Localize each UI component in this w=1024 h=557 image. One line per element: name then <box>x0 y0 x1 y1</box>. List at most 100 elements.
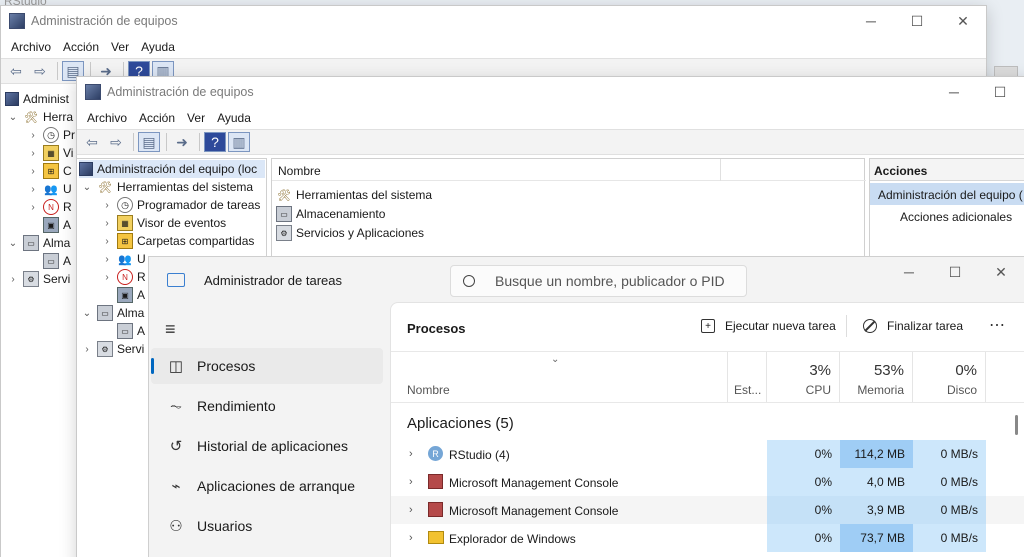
nav-users[interactable]: ⚇ Usuarios <box>151 508 383 544</box>
list-column-name[interactable]: Nombre <box>278 164 321 178</box>
menu-archivo[interactable]: Archivo <box>5 40 57 54</box>
process-row[interactable]: › Microsoft Management Console 0% 4,0 MB… <box>391 468 1024 496</box>
expand-chevron-icon[interactable]: › <box>409 448 413 460</box>
nav-processes[interactable]: ◫ Procesos <box>151 348 383 384</box>
back-titlebar[interactable]: Administración de equipos <box>1 6 986 36</box>
process-row[interactable]: › Microsoft Management Console 0% 3,9 MB… <box>391 496 1024 524</box>
menu-archivo[interactable]: Archivo <box>81 111 133 125</box>
chevron-right-icon[interactable]: › <box>27 130 39 141</box>
column-disk[interactable]: 0% Disco <box>913 352 986 402</box>
chevron-right-icon[interactable]: › <box>81 344 93 355</box>
front-titlebar[interactable]: Administración de equipos <box>77 77 1024 107</box>
nav-app-history[interactable]: ↺ Historial de aplicaciones <box>151 428 383 464</box>
search-input[interactable]: Busque un nombre, publicador o PID <box>450 265 747 297</box>
maximize-button[interactable]: ☐ <box>894 6 940 36</box>
nav-startup-apps[interactable]: ⌁ Aplicaciones de arranque <box>151 468 383 504</box>
column-cpu[interactable]: 3% CPU <box>767 352 840 402</box>
back-tree-root[interactable]: Administ <box>5 90 69 108</box>
chevron-down-icon[interactable]: ⌄ <box>81 308 93 319</box>
chevron-right-icon[interactable]: › <box>101 200 113 211</box>
front-tree-shared-folders[interactable]: › ⊞ Carpetas compartidas <box>101 232 254 250</box>
front-tree-performance[interactable]: › N R <box>101 268 146 286</box>
export-list-icon[interactable]: ➜ <box>171 132 193 152</box>
expand-chevron-icon[interactable]: › <box>409 504 413 516</box>
menu-ayuda[interactable]: Ayuda <box>135 40 181 54</box>
chevron-right-icon[interactable]: › <box>101 236 113 247</box>
tools-icon: 🛠 <box>277 189 291 202</box>
forward-arrow-icon[interactable]: ⇨ <box>29 61 51 81</box>
front-tree-services[interactable]: › ⚙ Servi <box>81 340 144 358</box>
show-tree-icon[interactable]: ▤ <box>138 132 160 152</box>
back-arrow-icon[interactable]: ⇦ <box>81 132 103 152</box>
back-tree-services[interactable]: › ⚙ Servi <box>7 270 70 288</box>
minimize-button[interactable]: ─ <box>848 6 894 36</box>
back-tree-item[interactable]: ▭ A <box>43 252 71 270</box>
process-row[interactable]: › R RStudio (4) 0% 114,2 MB 0 MB/s <box>391 440 1024 468</box>
actions-more[interactable]: Acciones adicionales <box>900 210 1012 224</box>
new-task-button[interactable]: + Ejecutar nueva tarea <box>701 319 836 333</box>
front-tree-storage[interactable]: ⌄ ▭ Alma <box>81 304 144 322</box>
front-tree-disk[interactable]: ▭ A <box>117 322 145 340</box>
menu-ayuda[interactable]: Ayuda <box>211 111 257 125</box>
chevron-right-icon[interactable]: › <box>7 274 19 285</box>
back-tree-item[interactable]: › ◷ Pr <box>27 126 75 144</box>
disk-icon: ▭ <box>117 323 133 339</box>
expand-chevron-icon[interactable]: › <box>409 532 413 544</box>
help-icon[interactable]: ? <box>204 132 226 152</box>
back-tree-storage[interactable]: ⌄ ▭ Alma <box>7 234 70 252</box>
clock-icon: ◷ <box>117 197 133 213</box>
menu-ver[interactable]: Ver <box>181 111 211 125</box>
group-header: Aplicaciones (5) <box>407 415 514 432</box>
more-options-icon[interactable]: ⋯ <box>989 315 1006 335</box>
minimize-button[interactable]: ─ <box>886 257 932 287</box>
menu-accion[interactable]: Acción <box>133 111 181 125</box>
back-tree-item[interactable]: › ⊞ C <box>27 162 72 180</box>
end-task-button[interactable]: Finalizar tarea <box>863 319 963 333</box>
front-tree-tools[interactable]: ⌄ 🛠 Herramientas del sistema <box>81 178 253 196</box>
front-tree-event-viewer[interactable]: › ▦ Visor de eventos <box>101 214 226 232</box>
expand-chevron-icon[interactable]: › <box>409 476 413 488</box>
minimize-button[interactable]: ─ <box>931 77 977 107</box>
back-tree-item[interactable]: ▣ A <box>43 216 71 234</box>
nav-performance[interactable]: ⏦ Rendimiento <box>151 388 383 424</box>
front-tree-task-scheduler[interactable]: › ◷ Programador de tareas <box>101 196 260 214</box>
chevron-down-icon[interactable]: ⌄ <box>7 112 19 123</box>
list-header: Nombre <box>272 159 866 181</box>
back-tree-item[interactable]: › N R <box>27 198 72 216</box>
hamburger-menu-icon[interactable]: ≡ <box>165 319 176 340</box>
front-tree-root[interactable]: Administración del equipo (loc <box>79 160 265 178</box>
chevron-right-icon[interactable]: › <box>27 166 39 177</box>
actions-selected-item[interactable]: Administración del equipo ( <box>870 183 1024 205</box>
column-status[interactable]: Est... <box>728 352 767 402</box>
menu-accion[interactable]: Acción <box>57 40 105 54</box>
column-name[interactable]: ⌄ Nombre <box>391 352 728 402</box>
process-row[interactable]: › Explorador de Windows 0% 73,7 MB 0 MB/… <box>391 524 1024 552</box>
back-tree-item[interactable]: › 👥 U <box>27 180 71 198</box>
chevron-right-icon[interactable]: › <box>101 254 113 265</box>
list-item[interactable]: ▭ Almacenamiento <box>276 205 385 223</box>
chevron-down-icon[interactable]: ⌄ <box>81 182 93 193</box>
scrollbar-thumb[interactable] <box>1015 415 1018 435</box>
back-tree-tools[interactable]: ⌄ 🛠 Herra <box>7 108 73 126</box>
chevron-right-icon[interactable]: › <box>27 184 39 195</box>
close-button[interactable]: ✕ <box>940 6 986 36</box>
back-arrow-icon[interactable]: ⇦ <box>5 61 27 81</box>
chevron-right-icon[interactable]: › <box>101 218 113 229</box>
list-item[interactable]: 🛠 Herramientas del sistema <box>276 186 432 204</box>
close-button[interactable]: ✕ <box>978 257 1024 287</box>
front-tree-users[interactable]: › 👥 U <box>101 250 145 268</box>
maximize-button[interactable]: ☐ <box>932 257 978 287</box>
clock-icon: ◷ <box>43 127 59 143</box>
chevron-down-icon[interactable]: ⌄ <box>7 238 19 249</box>
chevron-right-icon[interactable]: › <box>101 272 113 283</box>
front-tree-device-manager[interactable]: ▣ A <box>117 286 145 304</box>
chevron-right-icon[interactable]: › <box>27 202 39 213</box>
show-action-pane-icon[interactable]: ▥ <box>228 132 250 152</box>
column-memory[interactable]: 53% Memoria <box>840 352 913 402</box>
list-item[interactable]: ⚙ Servicios y Aplicaciones <box>276 224 424 242</box>
forward-arrow-icon[interactable]: ⇨ <box>105 132 127 152</box>
chevron-right-icon[interactable]: › <box>27 148 39 159</box>
menu-ver[interactable]: Ver <box>105 40 135 54</box>
back-tree-item[interactable]: › ▦ Vi <box>27 144 73 162</box>
maximize-button[interactable]: ☐ <box>977 77 1023 107</box>
